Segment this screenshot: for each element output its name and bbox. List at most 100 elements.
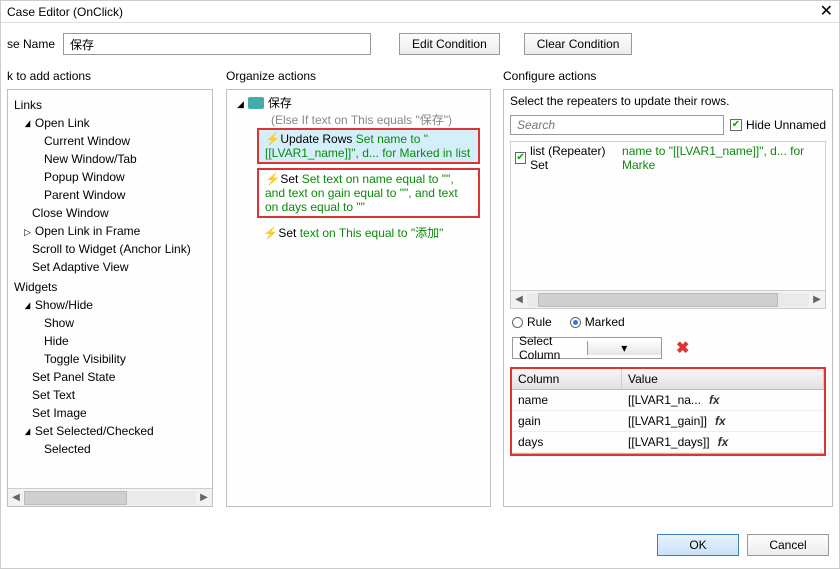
tree-scroll-to-widget[interactable]: Scroll to Widget (Anchor Link) [10, 240, 210, 258]
cell-val: [[LVAR1_na... [628, 393, 701, 407]
caret-icon [237, 96, 244, 110]
tree-set-text[interactable]: Set Text [10, 386, 210, 404]
scroll-right-icon[interactable]: ▶ [809, 294, 825, 305]
checkbox-icon[interactable] [515, 152, 526, 164]
fx-icon[interactable]: fx [718, 435, 729, 449]
cell-val: [[LVAR1_days]] [628, 435, 710, 449]
case-root[interactable]: 保存 [231, 94, 486, 111]
repeater-row[interactable]: list (Repeater) Set name to "[[LVAR1_nam… [511, 142, 825, 174]
group-widgets: Widgets [10, 278, 210, 296]
checkbox-icon [730, 119, 742, 131]
repeater-row-detail: name to "[[LVAR1_name]]", d... for Marke [622, 144, 821, 172]
action-label-3: Set [278, 226, 299, 240]
table-row[interactable]: days [[LVAR1_days]] fx [512, 432, 824, 453]
organize-header: Organize actions [220, 65, 497, 89]
case-name-label: se Name [7, 37, 55, 51]
search-input[interactable] [510, 115, 724, 135]
configure-subtitle: Select the repeaters to update their row… [504, 90, 832, 113]
actions-library-column: k to add actions Links Open Link Current… [1, 65, 219, 513]
action-detail-3: text on This equal to "添加" [300, 226, 444, 240]
action-update-rows[interactable]: ⚡ Update Rows Set name to "[[LVAR1_name]… [257, 128, 480, 164]
rule-marked-row: Rule Marked [504, 309, 832, 335]
tree-selected[interactable]: Selected [10, 440, 210, 458]
select-column-row: Select Column ▾ ✖ [504, 335, 832, 367]
select-column-label: Select Column [513, 334, 587, 362]
actions-library-hscroll[interactable]: ◀ ▶ [8, 488, 212, 506]
tree-set-image[interactable]: Set Image [10, 404, 210, 422]
tree-close-window[interactable]: Close Window [10, 204, 210, 222]
action-set-text-this[interactable]: ⚡ Set text on This equal to "添加" [257, 222, 480, 243]
chevron-down-icon[interactable]: ▾ [587, 341, 662, 355]
radio-rule[interactable]: Rule [512, 315, 552, 329]
cell-col: gain [512, 411, 622, 431]
edit-condition-button[interactable]: Edit Condition [399, 33, 500, 55]
tree-show-hide[interactable]: Show/Hide [10, 296, 210, 314]
cell-val: [[LVAR1_gain]] [628, 414, 707, 428]
select-column-combo[interactable]: Select Column ▾ [512, 337, 662, 359]
cell-col: days [512, 432, 622, 452]
tree-popup-window[interactable]: Popup Window [10, 168, 210, 186]
scroll-right-icon[interactable]: ▶ [196, 492, 212, 503]
radio-rule-label: Rule [527, 315, 552, 329]
cancel-button[interactable]: Cancel [747, 534, 829, 556]
configure-panel: Select the repeaters to update their row… [503, 89, 833, 507]
tree-new-window-tab[interactable]: New Window/Tab [10, 150, 210, 168]
configure-header: Configure actions [497, 65, 839, 89]
tree-toggle-visibility[interactable]: Toggle Visibility [10, 350, 210, 368]
clear-condition-button[interactable]: Clear Condition [524, 33, 633, 55]
search-row: Hide Unnamed [504, 113, 832, 141]
table-row[interactable]: name [[LVAR1_na... fx [512, 390, 824, 411]
th-column: Column [512, 369, 622, 389]
case-icon [248, 97, 264, 109]
table-row[interactable]: gain [[LVAR1_gain]] fx [512, 411, 824, 432]
organize-panel: 保存 (Else If text on This equals "保存") ⚡ … [226, 89, 491, 507]
close-icon[interactable]: ✕ [820, 4, 833, 20]
titlebar: Case Editor (OnClick) ✕ [1, 1, 839, 23]
tree-parent-window[interactable]: Parent Window [10, 186, 210, 204]
tree-show[interactable]: Show [10, 314, 210, 332]
actions-tree[interactable]: Links Open Link Current Window New Windo… [8, 90, 212, 488]
scroll-left-icon[interactable]: ◀ [511, 294, 527, 305]
hide-unnamed-label: Hide Unnamed [746, 118, 826, 132]
group-links: Links [10, 96, 210, 114]
lightning-icon: ⚡ [265, 132, 277, 146]
hide-unnamed-checkbox[interactable]: Hide Unnamed [730, 118, 826, 132]
window-title: Case Editor (OnClick) [7, 5, 123, 19]
tree-open-link[interactable]: Open Link [10, 114, 210, 132]
th-value: Value [622, 369, 824, 389]
fx-icon[interactable]: fx [715, 414, 726, 428]
fx-icon[interactable]: fx [709, 393, 720, 407]
action-label: Update Rows [280, 132, 355, 146]
ok-button[interactable]: OK [657, 534, 739, 556]
lightning-icon: ⚡ [265, 172, 277, 186]
tree-open-link-in-frame[interactable]: Open Link in Frame [10, 222, 210, 240]
radio-icon [570, 317, 581, 328]
configure-column: Configure actions Select the repeaters t… [497, 65, 839, 513]
tree-set-adaptive-view[interactable]: Set Adaptive View [10, 258, 210, 276]
editor-columns: k to add actions Links Open Link Current… [1, 65, 839, 513]
radio-marked[interactable]: Marked [570, 315, 625, 329]
actions-library-panel: Links Open Link Current Window New Windo… [7, 89, 213, 507]
tree-hide[interactable]: Hide [10, 332, 210, 350]
case-name-input[interactable] [63, 33, 371, 55]
action-set-text-group[interactable]: ⚡ Set Set text on name equal to "", and … [257, 168, 480, 218]
tree-set-panel-state[interactable]: Set Panel State [10, 368, 210, 386]
cell-col: name [512, 390, 622, 410]
actions-library-header: k to add actions [1, 65, 219, 89]
repeater-list[interactable]: list (Repeater) Set name to "[[LVAR1_nam… [510, 141, 826, 309]
tree-current-window[interactable]: Current Window [10, 132, 210, 150]
radio-icon [512, 317, 523, 328]
table-header: Column Value [512, 369, 824, 390]
organize-column: Organize actions 保存 (Else If text on Thi… [219, 65, 497, 513]
radio-marked-label: Marked [585, 315, 625, 329]
case-name-row: se Name Edit Condition Clear Condition [1, 23, 839, 65]
delete-icon[interactable]: ✖ [676, 338, 689, 358]
repeater-list-hscroll[interactable]: ◀ ▶ [511, 290, 825, 308]
column-value-table: Column Value name [[LVAR1_na...fx gain [… [512, 369, 824, 454]
column-value-table-highlight: Column Value name [[LVAR1_na...fx gain [… [510, 367, 826, 456]
tree-set-selected-checked[interactable]: Set Selected/Checked [10, 422, 210, 440]
scroll-left-icon[interactable]: ◀ [8, 492, 24, 503]
dialog-button-bar: OK Cancel [1, 523, 839, 568]
case-root-label: 保存 [268, 94, 292, 111]
lightning-icon: ⚡ [263, 226, 275, 240]
